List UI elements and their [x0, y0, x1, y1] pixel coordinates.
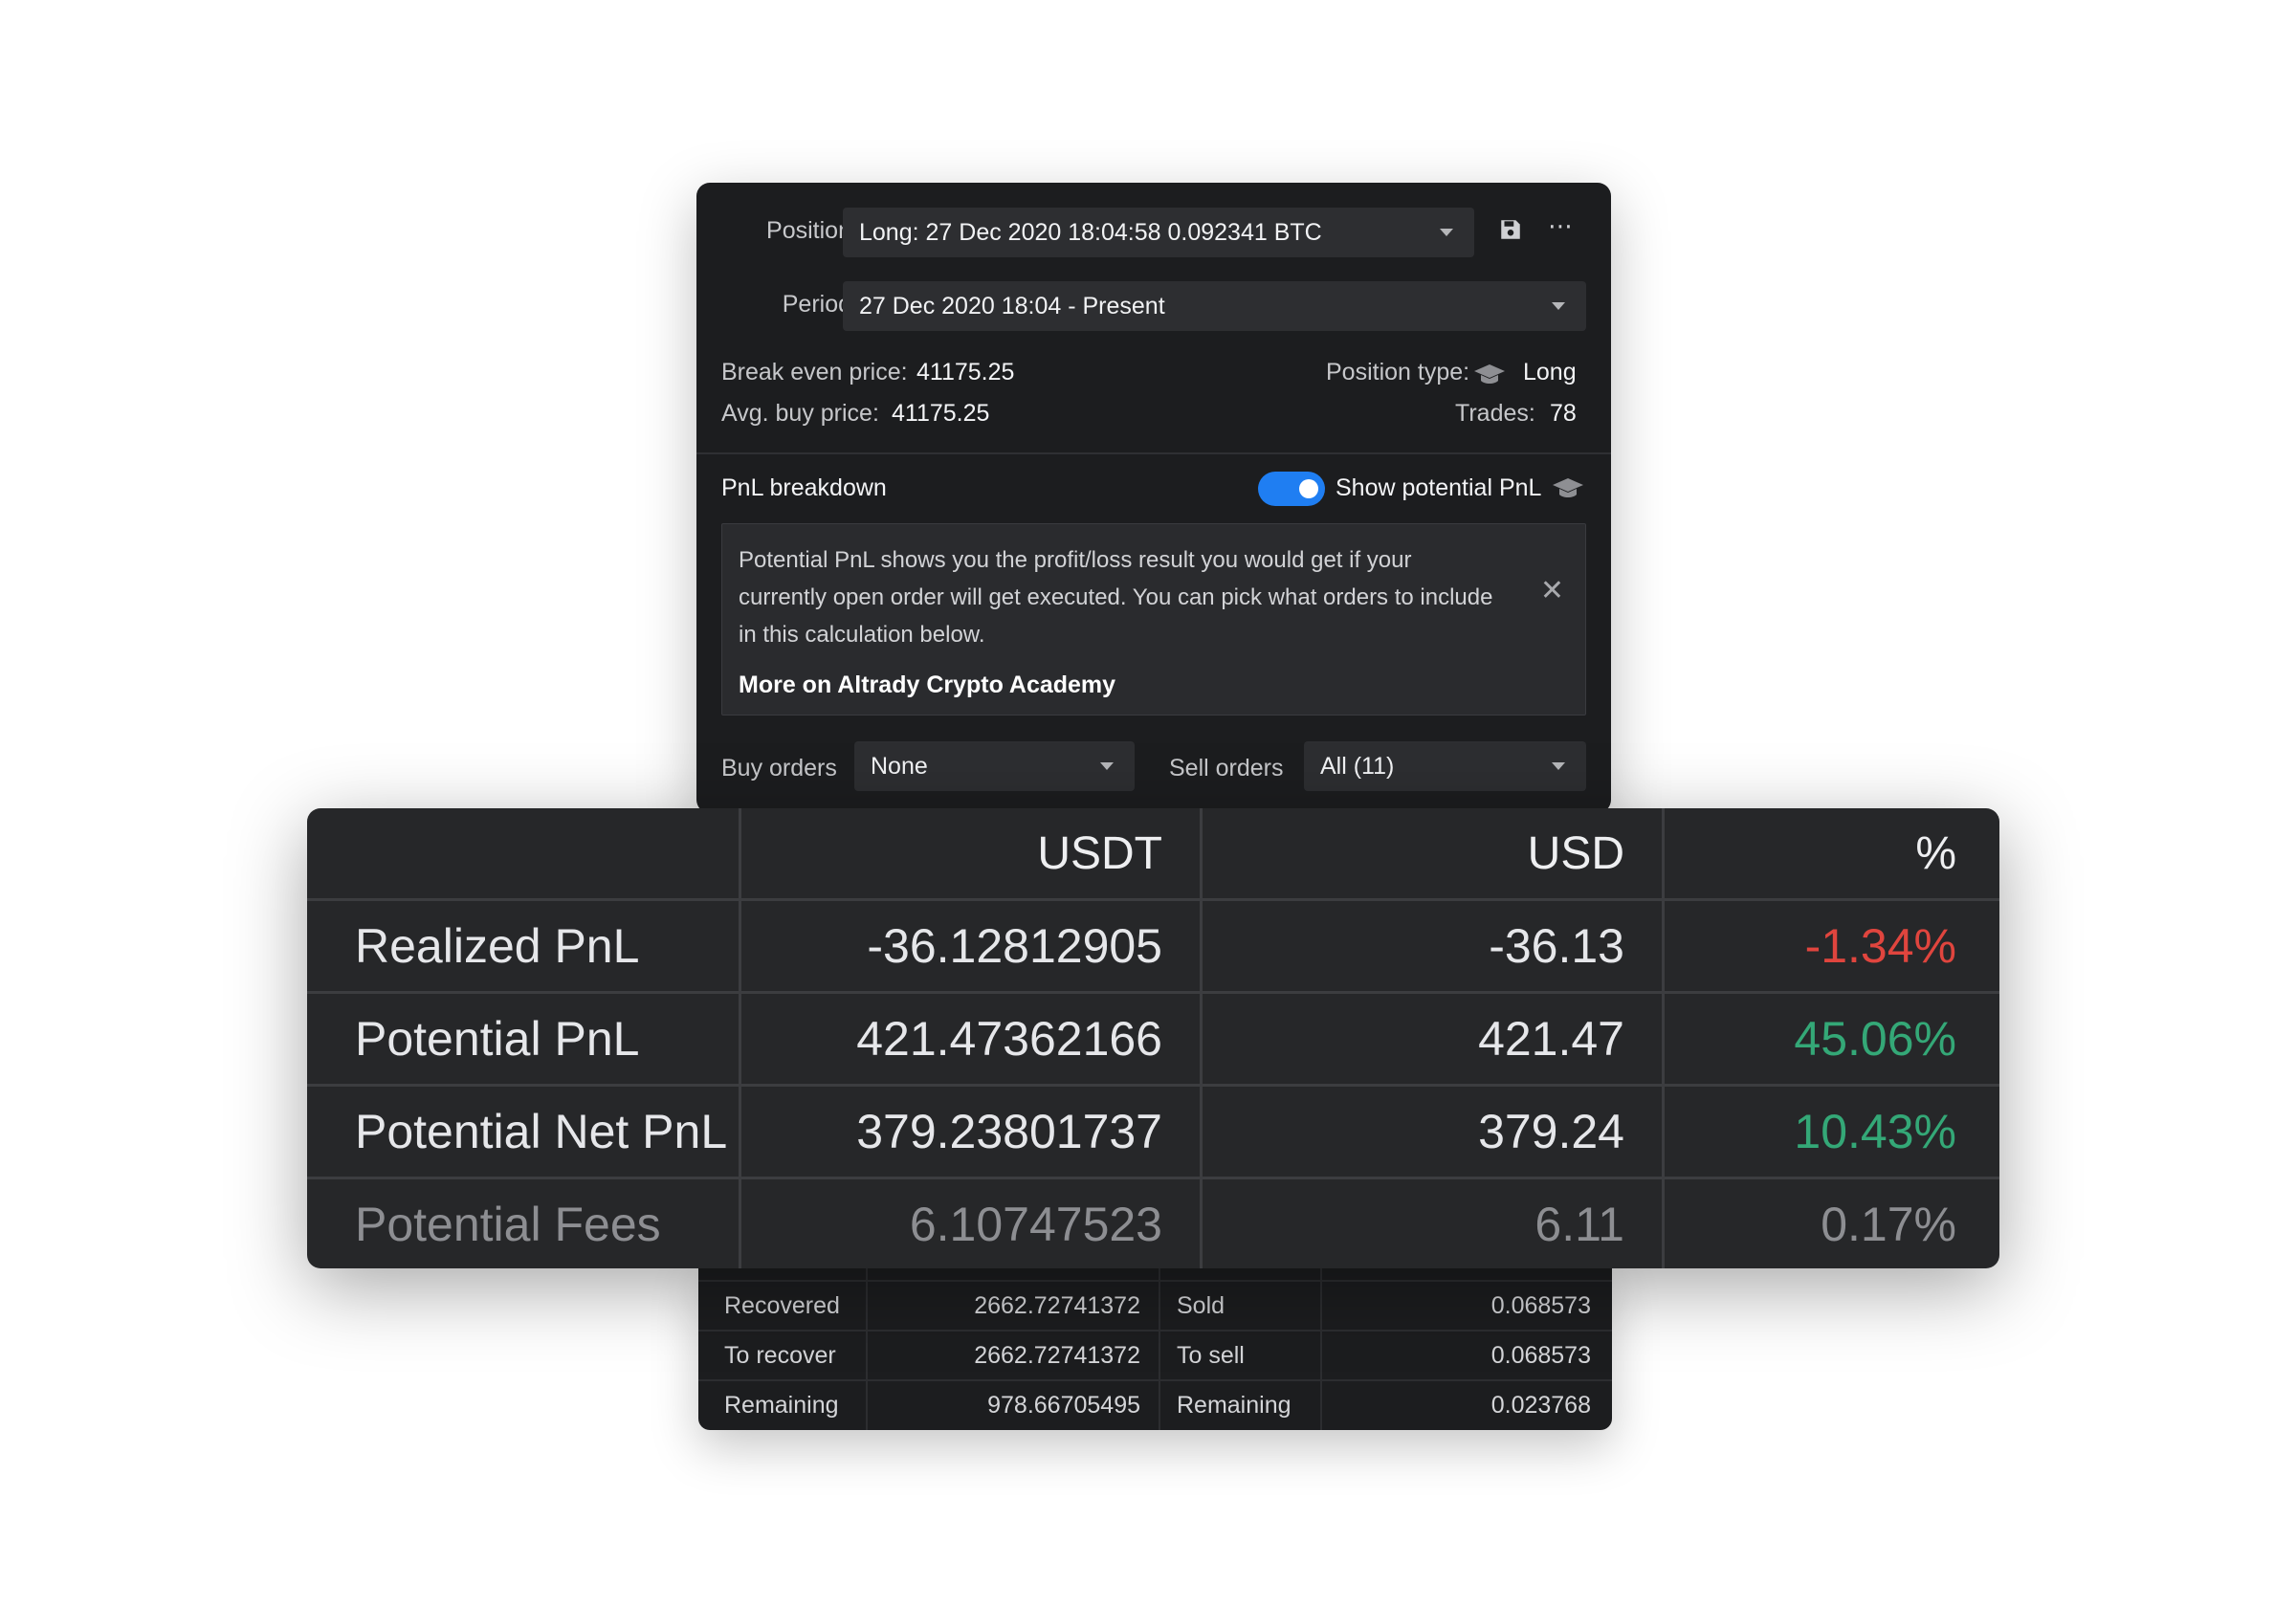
row-label: Potential PnL — [355, 1012, 640, 1066]
show-potential-toggle[interactable] — [1258, 472, 1325, 506]
trades-label: Trades: — [1455, 400, 1535, 427]
row-value: 978.66705495 — [987, 1392, 1140, 1419]
buy-orders-value: None — [871, 753, 928, 780]
position-select-value: Long: 27 Dec 2020 18:04:58 0.092341 BTC — [859, 219, 1322, 246]
position-type-label: Position type: — [1326, 359, 1470, 385]
period-select-value: 27 Dec 2020 18:04 - Present — [859, 293, 1165, 319]
table-row: Realized PnL -36.12812905 -36.13 -1.34% — [307, 901, 1999, 994]
row-label: Recovered — [724, 1292, 840, 1319]
period-label: Period — [782, 291, 851, 318]
position-label: Position — [766, 217, 851, 244]
percent-value: -1.34% — [1804, 919, 1956, 973]
graduation-cap-icon — [1553, 478, 1583, 497]
sell-orders-value: All (11) — [1320, 753, 1395, 780]
pnl-table: USDT USD % Realized PnL -36.12812905 -36… — [307, 808, 1999, 1268]
trades-value: 78 — [1550, 400, 1577, 427]
usd-value: 379.24 — [1478, 1105, 1624, 1158]
percent-value: 10.43% — [1794, 1105, 1956, 1158]
usd-value: 421.47 — [1478, 1012, 1624, 1066]
show-potential-label: Show potential PnL — [1336, 474, 1542, 501]
chevron-down-icon — [1440, 229, 1453, 236]
table-row: Potential Net PnL 379.23801737 379.24 10… — [307, 1087, 1999, 1179]
row-label: Sold — [1177, 1292, 1225, 1319]
sell-orders-select[interactable]: All (11) — [1304, 741, 1586, 791]
recovery-table: Recovered 2662.72741372 Sold 0.068573 To… — [698, 1263, 1612, 1430]
percent-value: 0.17% — [1821, 1198, 1956, 1251]
header-usd: USD — [1527, 828, 1624, 879]
table-row: Recovered 2662.72741372 Sold 0.068573 — [698, 1280, 1612, 1330]
sell-orders-label: Sell orders — [1169, 755, 1284, 781]
period-select[interactable]: 27 Dec 2020 18:04 - Present — [843, 281, 1586, 331]
table-row: To recover 2662.72741372 To sell 0.06857… — [698, 1330, 1612, 1379]
row-value: 2662.72741372 — [974, 1342, 1140, 1369]
table-header: USDT USD % — [307, 808, 1999, 901]
row-label: Remaining — [724, 1392, 839, 1419]
header-usdt: USDT — [1037, 828, 1162, 879]
usdt-value: 6.10747523 — [909, 1198, 1162, 1251]
break-even-value: 41175.25 — [916, 359, 1015, 385]
divider — [696, 452, 1611, 454]
pnl-breakdown-title: PnL breakdown — [721, 474, 887, 501]
table-row: Potential Fees 6.10747523 6.11 0.17% — [307, 1179, 1999, 1268]
chevron-down-icon — [1552, 762, 1565, 770]
row-value: 2662.72741372 — [974, 1292, 1140, 1319]
row-label: To recover — [724, 1342, 836, 1369]
header-percent: % — [1915, 828, 1956, 879]
more-button[interactable]: ⋯ — [1548, 211, 1573, 241]
graduation-cap-icon — [1474, 364, 1505, 384]
row-label: To sell — [1177, 1342, 1245, 1369]
row-label: Remaining — [1177, 1392, 1292, 1419]
row-label: Potential Net PnL — [355, 1105, 728, 1158]
row-value: 0.068573 — [1490, 1292, 1591, 1319]
row-label: Realized PnL — [355, 919, 640, 973]
table-row: Remaining 978.66705495 Remaining 0.02376… — [698, 1379, 1612, 1429]
potential-pnl-notice: Potential PnL shows you the profit/loss … — [721, 523, 1586, 715]
academy-link[interactable]: More on Altrady Crypto Academy — [739, 671, 1115, 699]
position-panel: Position Long: 27 Dec 2020 18:04:58 0.09… — [696, 183, 1611, 813]
more-icon: ⋯ — [1548, 211, 1573, 240]
save-icon — [1501, 220, 1520, 239]
usdt-value: 379.23801737 — [856, 1105, 1162, 1158]
save-button[interactable] — [1498, 217, 1523, 249]
avg-buy-label: Avg. buy price: — [721, 400, 879, 427]
buy-orders-label: Buy orders — [721, 755, 837, 781]
notice-text: Potential PnL shows you the profit/loss … — [739, 547, 1493, 648]
usdt-value: -36.12812905 — [867, 919, 1162, 973]
row-value: 0.068573 — [1490, 1342, 1591, 1369]
chevron-down-icon — [1100, 762, 1114, 770]
chevron-down-icon — [1552, 302, 1565, 310]
stage: Position Long: 27 Dec 2020 18:04:58 0.09… — [0, 0, 2296, 1607]
position-type-value: Long — [1523, 359, 1577, 385]
table-row: Potential PnL 421.47362166 421.47 45.06% — [307, 994, 1999, 1087]
row-label: Potential Fees — [355, 1198, 661, 1251]
position-select[interactable]: Long: 27 Dec 2020 18:04:58 0.092341 BTC — [843, 208, 1474, 257]
percent-value: 45.06% — [1794, 1012, 1956, 1066]
close-icon[interactable]: ✕ — [1540, 574, 1564, 607]
usdt-value: 421.47362166 — [856, 1012, 1162, 1066]
buy-orders-select[interactable]: None — [854, 741, 1135, 791]
break-even-label: Break even price: — [721, 359, 908, 385]
avg-buy-value: 41175.25 — [892, 400, 990, 427]
row-value: 0.023768 — [1490, 1392, 1591, 1419]
usd-value: -36.13 — [1489, 919, 1624, 973]
toggle-knob — [1299, 479, 1318, 498]
usd-value: 6.11 — [1534, 1198, 1624, 1251]
